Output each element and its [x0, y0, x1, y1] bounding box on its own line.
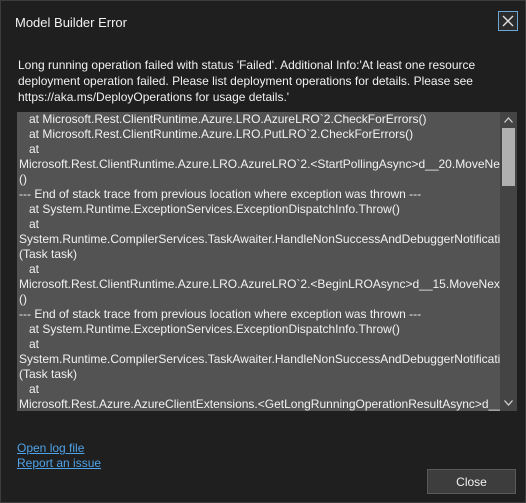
- title-bar: Model Builder Error: [1, 1, 525, 45]
- chevron-up-icon: [504, 117, 513, 123]
- error-dialog: Model Builder Error Long running operati…: [0, 0, 526, 503]
- error-message: Long running operation failed with statu…: [18, 58, 476, 104]
- close-window-button[interactable]: [498, 11, 518, 31]
- scroll-down-button[interactable]: [500, 395, 517, 411]
- dialog-title: Model Builder Error: [15, 15, 127, 30]
- stack-trace-box[interactable]: at Microsoft.Rest.ClientRuntime.Azure.LR…: [17, 112, 517, 411]
- scroll-up-button[interactable]: [500, 112, 517, 128]
- report-issue-link[interactable]: Report an issue: [17, 456, 101, 470]
- vertical-scrollbar[interactable]: [500, 112, 517, 411]
- open-log-file-link[interactable]: Open log file: [17, 441, 84, 455]
- close-button[interactable]: Close: [427, 469, 516, 494]
- chevron-down-icon: [504, 400, 513, 406]
- scroll-thumb[interactable]: [502, 128, 515, 186]
- close-icon: [502, 15, 514, 27]
- stack-trace-text: at Microsoft.Rest.ClientRuntime.Azure.LR…: [19, 112, 514, 411]
